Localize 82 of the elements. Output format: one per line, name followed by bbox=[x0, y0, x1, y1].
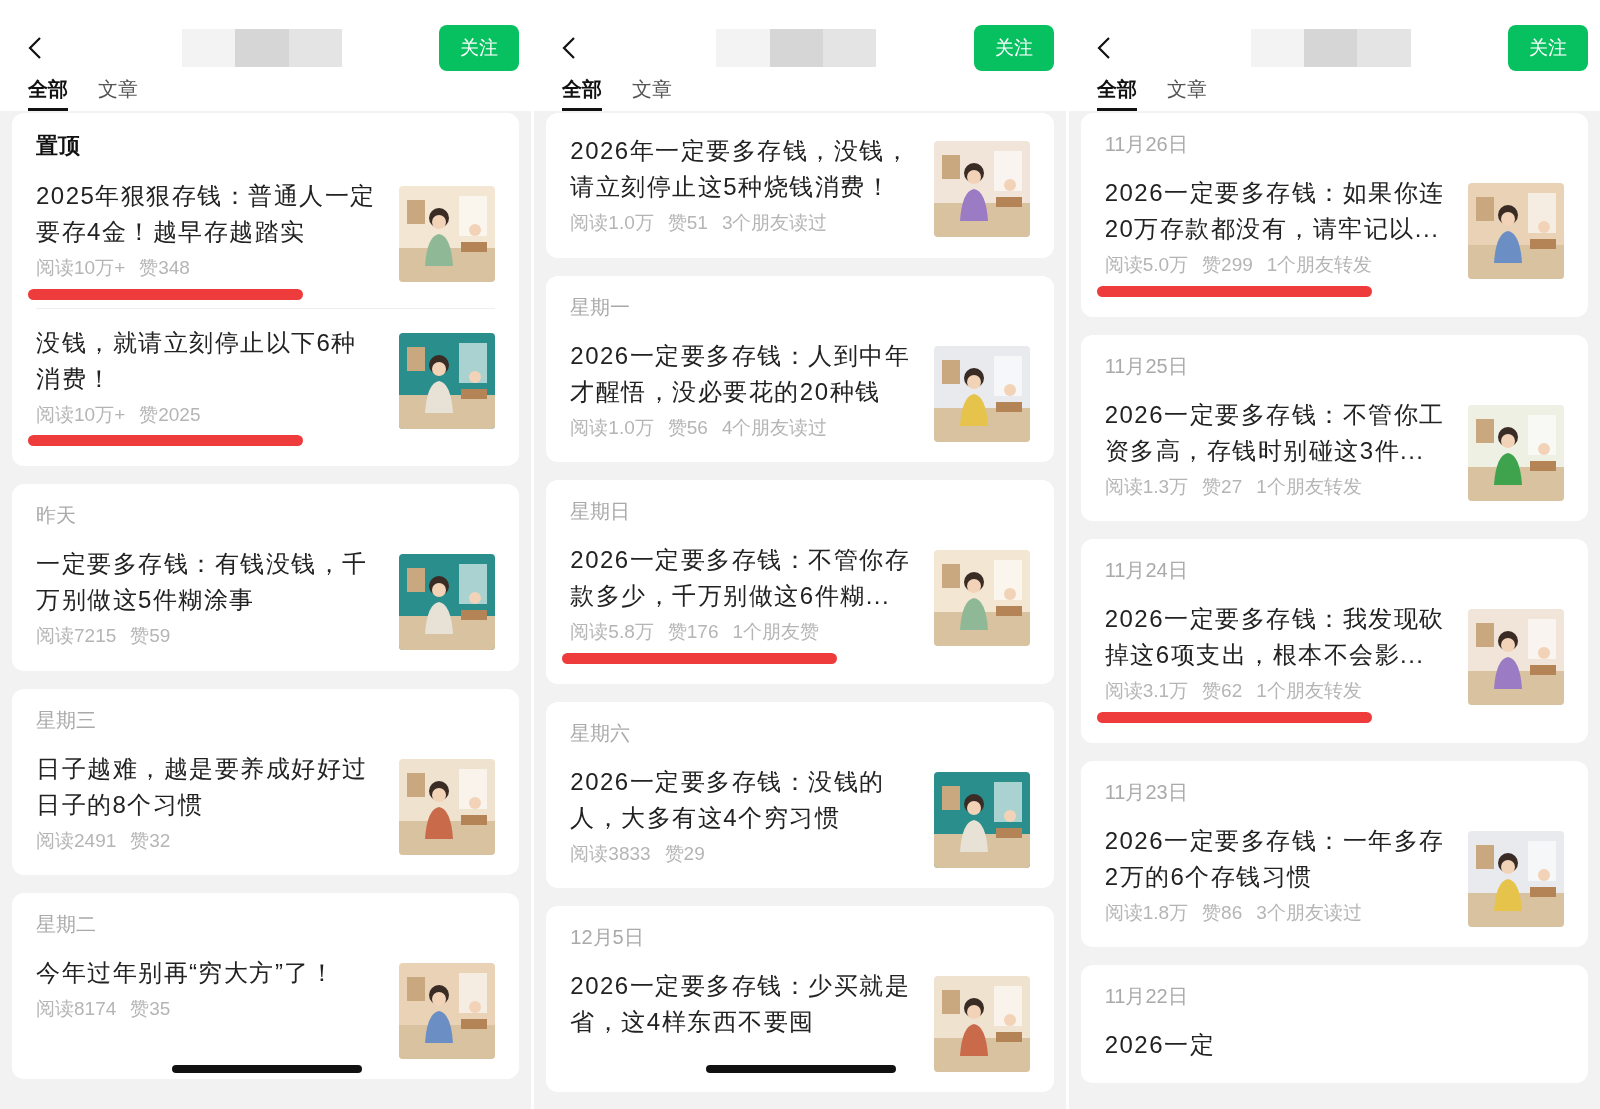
back-icon[interactable] bbox=[28, 36, 42, 60]
date-label: 11月25日 bbox=[1104, 353, 1189, 379]
article-title[interactable]: 一定要多存钱：有钱没钱，千万别做这5件糊涂事 bbox=[36, 546, 381, 618]
stat-text: 1个朋友转发 bbox=[1266, 253, 1373, 277]
tab[interactable]: 文章 bbox=[98, 74, 138, 111]
stat-text: 阅读5.8万 bbox=[570, 620, 654, 644]
article-title[interactable]: 日子越难，越是要养成好好过日子的8个习惯 bbox=[36, 750, 381, 823]
date-label: 11月22日 bbox=[1104, 984, 1189, 1009]
article-title[interactable]: 2026一定要多存钱：少买就是省，这4样东西不要囤 bbox=[570, 968, 916, 1040]
stat-text: 赞176 bbox=[667, 620, 719, 644]
date-label: 星期三 bbox=[36, 707, 97, 733]
stat-text: 阅读1.3万 bbox=[1104, 474, 1189, 499]
date-label: 星期二 bbox=[36, 912, 97, 937]
article-row[interactable]: 2025年狠狠存钱：普通人一定要存4金！越早存越踏实 阅读10万+ 赞348 bbox=[36, 174, 496, 300]
article-title[interactable]: 2026一定要多存钱：不管你存款多少，千万别做这6件糊... bbox=[570, 542, 916, 614]
article-row[interactable]: 没钱，就请立刻停止以下6种消费！ 阅读10万+ 赞2025 bbox=[36, 307, 496, 446]
article-row[interactable]: 2026一定要多存钱：人到中年才醒悟，没必要花的20种钱 阅读1.0万 赞56 4个朋友读过 bbox=[570, 333, 1030, 442]
date-label: 11月26日 bbox=[1104, 132, 1189, 157]
article-title[interactable]: 2026一定要多存钱：人到中年才醒悟，没必要花的20种钱 bbox=[570, 337, 916, 410]
article-title[interactable]: 2026一定要多存钱：没钱的人，大多有这4个穷习惯 bbox=[570, 763, 916, 836]
stat-text: 赞86 bbox=[1202, 900, 1243, 925]
stat-text: 3个朋友读过 bbox=[1256, 900, 1362, 925]
stat-text: 阅读1.8万 bbox=[1104, 900, 1189, 925]
stat-text: 赞35 bbox=[130, 997, 171, 1021]
article-row[interactable]: 一定要多存钱：有钱没钱，千万别做这5件糊涂事 阅读7215 赞59 bbox=[36, 542, 496, 651]
stat-text: 阅读5.0万 bbox=[1104, 253, 1189, 277]
article-title[interactable]: 2026一定要多存钱：如果你连20万存款都没有，请牢记以... bbox=[1104, 175, 1450, 247]
stat-text: 阅读2491 bbox=[36, 828, 117, 853]
article-title[interactable]: 2026一定要多存钱：一年多存2万的6个存钱习惯 bbox=[1104, 822, 1450, 895]
date-label: 星期六 bbox=[570, 720, 632, 746]
article-row[interactable]: 2026一定要多存钱：不管你工资多高，存钱时别碰这3件... 阅读1.3万 赞27 1个朋友转发 bbox=[1104, 392, 1564, 501]
date-label: 11月24日 bbox=[1104, 558, 1189, 583]
stat-text: 赞348 bbox=[139, 256, 190, 280]
stat-text: 赞2025 bbox=[139, 402, 201, 427]
stat-text: 3个朋友读过 bbox=[721, 211, 828, 235]
stat-text: 赞56 bbox=[667, 415, 708, 440]
date-label: 星期日 bbox=[570, 499, 632, 524]
stat-text: 阅读3833 bbox=[570, 841, 651, 866]
stat-text: 阅读10万+ bbox=[36, 402, 126, 427]
date-label: 星期一 bbox=[570, 294, 632, 320]
date-label: 置顶 bbox=[36, 132, 81, 160]
stat-text: 1个朋友转发 bbox=[1256, 474, 1362, 499]
stat-text: 阅读7215 bbox=[36, 624, 117, 648]
article-row[interactable]: 今年过年别再“穷大方”了！ 阅读8174 赞35 bbox=[36, 951, 496, 1059]
stat-text: 1个朋友赞 bbox=[732, 620, 820, 644]
stat-text: 阅读1.0万 bbox=[570, 415, 654, 440]
back-icon[interactable] bbox=[1096, 36, 1111, 60]
article-title[interactable]: 2025年狠狠存钱：普通人一定要存4金！越早存越踏实 bbox=[36, 178, 381, 250]
stat-text: 阅读3.1万 bbox=[1104, 679, 1189, 703]
article-title[interactable]: 2026一定要多存钱：不管你工资多高，存钱时别碰这3件... bbox=[1104, 396, 1450, 469]
article-row[interactable]: 2026一定要多存钱：如果你连20万存款都没有，请牢记以... 阅读5.0万 赞299 1个朋友转发 bbox=[1104, 171, 1564, 297]
date-label: 昨天 bbox=[36, 503, 77, 528]
article-title[interactable]: 没钱，就请立刻停止以下6种消费！ bbox=[36, 324, 381, 397]
stat-text: 4个朋友读过 bbox=[721, 415, 828, 440]
date-label: 11月23日 bbox=[1104, 779, 1189, 805]
stat-text: 阅读8174 bbox=[36, 997, 117, 1021]
back-icon[interactable] bbox=[562, 36, 577, 60]
stat-text: 赞299 bbox=[1202, 253, 1253, 277]
stat-text: 赞59 bbox=[130, 624, 171, 648]
stat-text: 赞27 bbox=[1202, 474, 1243, 499]
article-row[interactable]: 2026一定 bbox=[1104, 1023, 1564, 1063]
article-title[interactable]: 2026一定要多存钱：我发现砍掉这6项支出，根本不会影... bbox=[1104, 601, 1450, 673]
stat-text: 阅读10万+ bbox=[36, 256, 126, 280]
stat-text: 1个朋友转发 bbox=[1256, 679, 1362, 703]
tab[interactable]: 文章 bbox=[632, 74, 673, 111]
stat-text: 阅读1.0万 bbox=[570, 211, 654, 235]
article-row[interactable]: 2026一定要多存钱：我发现砍掉这6项支出，根本不会影... 阅读3.1万 赞62 1个朋友转发 bbox=[1104, 597, 1564, 723]
article-title[interactable]: 2026年一定要多存钱，没钱，请立刻停止这5种烧钱消费！ bbox=[570, 133, 916, 205]
article-row[interactable]: 2026一定要多存钱：没钱的人，大多有这4个穷习惯 阅读3833 赞29 bbox=[570, 759, 1030, 868]
tab[interactable]: 文章 bbox=[1166, 74, 1207, 111]
stat-text: 赞62 bbox=[1202, 679, 1243, 703]
article-row[interactable]: 日子越难，越是要养成好好过日子的8个习惯 阅读2491 赞32 bbox=[36, 746, 496, 855]
stat-text: 赞32 bbox=[130, 828, 171, 853]
article-row[interactable]: 2026一定要多存钱：一年多存2万的6个存钱习惯 阅读1.8万 赞86 3个朋友读过 bbox=[1104, 818, 1564, 927]
stat-text: 赞29 bbox=[664, 841, 705, 866]
article-row[interactable]: 2026一定要多存钱：少买就是省，这4样东西不要囤 bbox=[570, 964, 1030, 1072]
stat-text: 赞51 bbox=[667, 211, 708, 235]
date-label: 12月5日 bbox=[570, 925, 645, 950]
article-row[interactable]: 2026一定要多存钱：不管你存款多少，千万别做这6件糊... 阅读5.8万 赞176 1个朋友赞 bbox=[570, 538, 1030, 664]
article-title[interactable]: 今年过年别再“穷大方”了！ bbox=[36, 955, 381, 991]
article-title[interactable]: 2026一定 bbox=[1104, 1027, 1450, 1063]
article-row[interactable]: 2026年一定要多存钱，没钱，请立刻停止这5种烧钱消费！ 阅读1.0万 赞51 3个朋友读过 bbox=[570, 129, 1030, 238]
